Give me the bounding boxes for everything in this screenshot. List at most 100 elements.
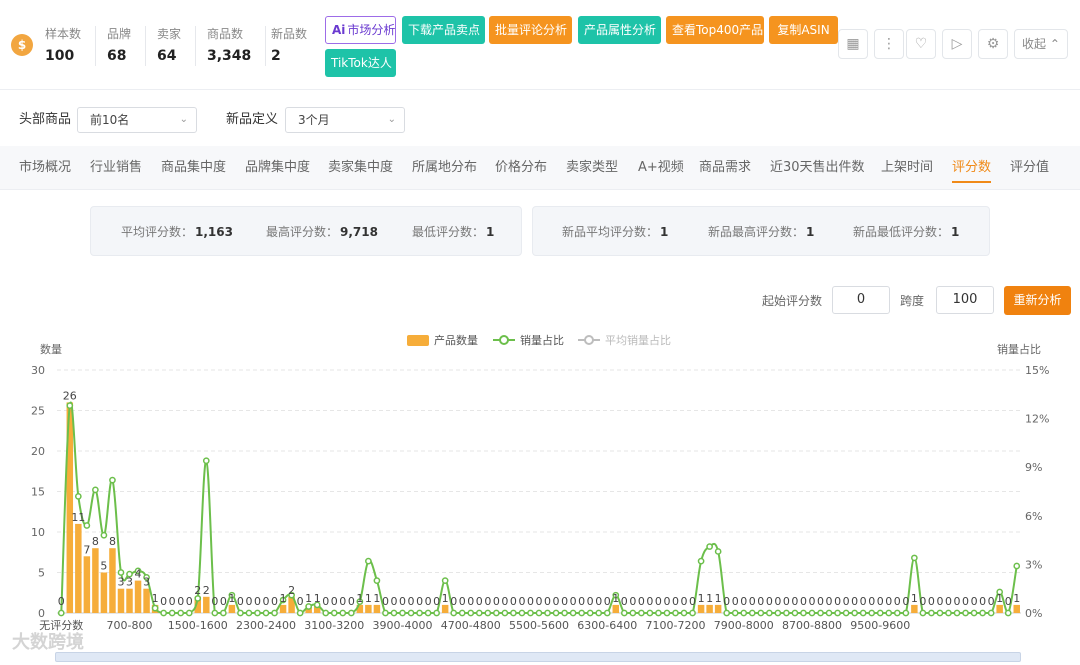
tab-30day-sold[interactable]: 近30天售出件数	[770, 159, 865, 177]
stat-value: 100	[45, 48, 75, 64]
collapse-button[interactable]: 收起 ⌃	[1014, 29, 1068, 59]
x-tick-label: 4700-4800	[441, 619, 501, 632]
bar-data-label: 0	[740, 595, 747, 608]
tiktok-influencer-button[interactable]: TikTok达人	[325, 49, 396, 77]
sales-share-point	[151, 604, 159, 612]
summary-label: 最高评分数：	[266, 225, 339, 239]
bar-data-label: 0	[885, 595, 892, 608]
max-review-count: 最高评分数： 9,718	[266, 224, 378, 240]
sales-share-point	[330, 609, 338, 617]
bar-data-label: 0	[587, 595, 594, 608]
span-input[interactable]: 100	[936, 286, 994, 314]
sales-share-point	[731, 609, 739, 617]
y-tick-label: 15	[31, 486, 45, 499]
bar-data-label: 1	[706, 592, 713, 605]
bar-data-label: 0	[186, 595, 193, 608]
y-tick-label: 20	[31, 445, 45, 458]
y-tick-label: 30	[31, 364, 45, 377]
bar-data-label: 0	[450, 595, 457, 608]
new-product-definition-label: 新品定义	[226, 112, 279, 127]
bar-data-label: 0	[749, 595, 756, 608]
sales-share-point	[765, 609, 773, 617]
x-tick-label: 1500-1600	[168, 619, 228, 632]
sales-share-point	[706, 543, 713, 550]
bar-data-label: 0	[254, 595, 261, 608]
bar-data-label: 0	[433, 595, 440, 608]
batch-review-analysis-button[interactable]: 批量评论分析	[489, 16, 572, 44]
reanalyze-button[interactable]: 重新分析	[1004, 286, 1071, 315]
bar-data-label: 0	[971, 595, 978, 608]
start-review-input[interactable]: 0	[832, 286, 890, 314]
new-product-definition-select[interactable]: 3个月 ⌄	[285, 107, 405, 133]
tab-rating-value[interactable]: 评分值	[1010, 159, 1049, 177]
sales-share-line	[60, 401, 1018, 615]
bar-data-label: 0	[382, 595, 389, 608]
bar-data-label: 1	[280, 592, 287, 605]
tab-location-distribution[interactable]: 所属地分布	[412, 159, 477, 177]
sales-share-point	[834, 609, 841, 617]
bar-data-label: 0	[663, 595, 670, 608]
video-icon[interactable]: ▷	[942, 29, 972, 59]
bar-data-label: 0	[774, 595, 781, 608]
sales-share-point	[902, 609, 910, 617]
y2-tick-label: 0%	[1025, 607, 1042, 620]
bar-data-label: 0	[868, 595, 875, 608]
summary-value: 9,718	[340, 225, 378, 239]
sales-share-point	[919, 609, 927, 617]
bar-data-label: 0	[962, 595, 969, 608]
tab-market-overview[interactable]: 市场概况	[19, 159, 71, 177]
sales-share-point	[365, 557, 372, 565]
new-avg-review-count: 新品平均评分数： 1	[562, 224, 668, 240]
x-tick-label: 3900-4000	[373, 619, 433, 632]
bar-data-label: 0	[800, 595, 807, 608]
head-products-select[interactable]: 前10名 ⌄	[77, 107, 197, 133]
x-tick-label: 2300-2400	[236, 619, 296, 632]
bar	[706, 604, 713, 613]
tab-product-concentration[interactable]: 商品集中度	[161, 159, 226, 177]
bar-data-label: 0	[936, 595, 943, 608]
summary-label: 新品最高评分数：	[708, 225, 805, 239]
sales-share-point	[868, 609, 876, 617]
y-tick-label: 5	[38, 567, 45, 580]
tab-industry-sales[interactable]: 行业销售	[90, 159, 142, 177]
view-top400-button[interactable]: 查看Top400产品	[666, 16, 764, 44]
bar-data-label: 1	[911, 592, 918, 605]
sales-share-point	[296, 609, 304, 617]
more-icon[interactable]: ⋮	[874, 29, 904, 59]
sales-share-point	[638, 609, 645, 617]
tab-product-demand[interactable]: 商品需求	[699, 159, 751, 177]
summary-value: 1	[951, 225, 960, 239]
sales-share-point	[202, 457, 210, 465]
market-analysis-button[interactable]: Ai 市场分析	[325, 16, 396, 44]
bar-data-label: 0	[561, 595, 568, 608]
bar-data-label: 1	[152, 592, 159, 605]
bar-data-label: 0	[621, 595, 628, 608]
summary-label: 新品平均评分数：	[562, 225, 659, 239]
sales-share-point	[885, 609, 893, 617]
sales-share-point	[740, 609, 748, 617]
tab-seller-type[interactable]: 卖家类型	[566, 159, 618, 177]
bar-data-label: 1	[373, 592, 380, 605]
bar-data-label: 0	[681, 595, 688, 608]
download-selling-points-button[interactable]: 下载产品卖点	[402, 16, 485, 44]
stat-label: 新品数	[271, 27, 308, 41]
tab-price-distribution[interactable]: 价格分布	[495, 159, 547, 177]
tab-review-count[interactable]: 评分数	[952, 159, 992, 183]
start-review-label: 起始评分数	[762, 294, 823, 308]
tab-brand-concentration[interactable]: 品牌集中度	[245, 159, 310, 177]
sales-share-point	[603, 609, 611, 617]
apps-icon[interactable]: ▦	[838, 29, 868, 59]
bar-data-label: 1	[1013, 592, 1020, 605]
stat-label: 商品数	[207, 27, 244, 41]
bar-data-label: 0	[723, 595, 730, 608]
tab-seller-concentration[interactable]: 卖家集中度	[328, 159, 393, 177]
bar-data-label: 0	[604, 595, 611, 608]
copy-asin-button[interactable]: 复制ASIN	[769, 16, 838, 44]
summary-label: 最低评分数：	[412, 225, 485, 239]
settings-icon[interactable]: ⚙	[978, 29, 1008, 59]
tab-aplus-video[interactable]: A+视频	[638, 159, 684, 177]
heart-icon[interactable]: ♡	[906, 29, 936, 59]
product-attribute-analysis-button[interactable]: 产品属性分析	[578, 16, 661, 44]
chart-zoom-scrollbar[interactable]	[55, 652, 1021, 662]
tab-listing-time[interactable]: 上架时间	[881, 159, 933, 177]
